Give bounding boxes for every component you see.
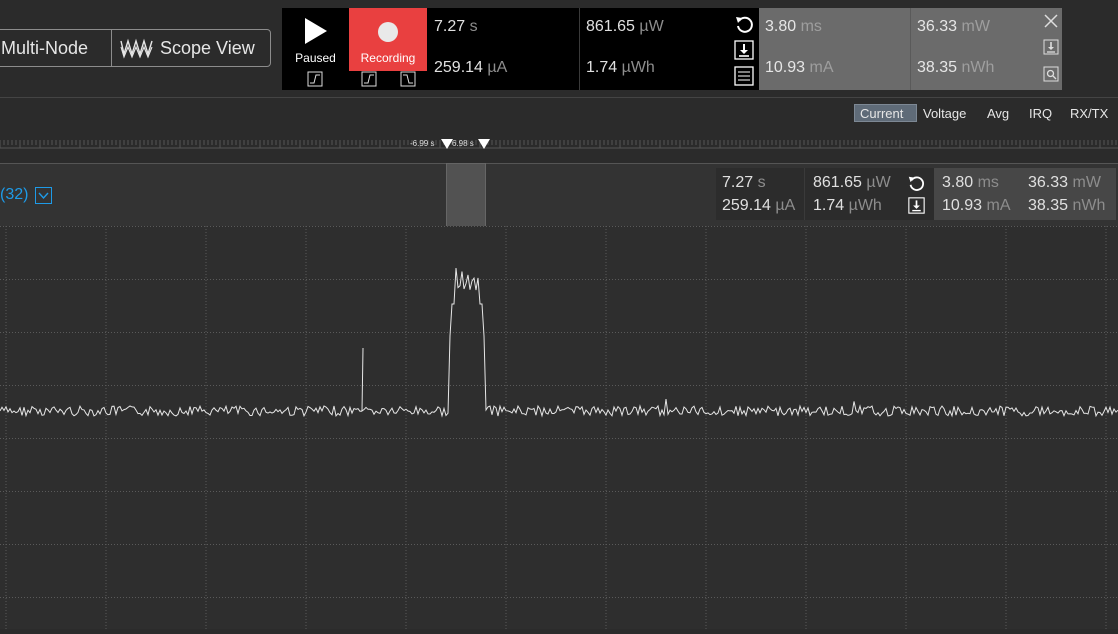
cursor-left-marker[interactable] — [440, 138, 454, 150]
tab-label: Avg — [987, 105, 1010, 121]
overlay-time: 7.27 s — [722, 174, 766, 191]
timeline-ticks — [0, 140, 1118, 149]
overlay-energy: 1.74 µWh — [813, 197, 882, 214]
play-icon[interactable] — [304, 17, 328, 45]
tab-voltage[interactable]: Voltage — [917, 104, 972, 122]
tab-label: Voltage — [923, 105, 967, 121]
tab-avg[interactable]: Avg — [981, 104, 1015, 122]
sel-current-value: 10.93 mA — [765, 59, 834, 76]
current-value: 259.14 µA — [434, 59, 508, 76]
paused-trigger-icons — [306, 71, 324, 90]
overlay-current: 259.14 µA — [722, 197, 796, 214]
recording-label: Recording — [360, 51, 416, 65]
multi-node-label: Multi-Node — [1, 37, 89, 58]
time-value: 7.27 s — [434, 18, 478, 35]
power-value: 861.65 µW — [586, 18, 664, 35]
divider — [910, 8, 911, 90]
tab-label: Current — [860, 105, 904, 121]
overlay-sel-current: 10.93 mA — [942, 197, 1011, 214]
tab-label: IRQ — [1029, 105, 1053, 121]
close-icon[interactable] — [1043, 13, 1059, 29]
tab-rxtx[interactable]: RX/TX — [1064, 104, 1114, 122]
timeline-strip[interactable]: -6.99 s 6.98 s — [0, 128, 1118, 162]
scope-view-label: Scope View — [160, 37, 255, 58]
scope-view-button[interactable]: Scope View — [111, 29, 271, 67]
sel-power-value: 36.33 mW — [917, 18, 990, 35]
multi-node-button[interactable]: Multi-Node — [0, 29, 112, 67]
chevron-down-icon[interactable] — [35, 187, 52, 204]
export-icon[interactable] — [1043, 39, 1059, 55]
pause-control[interactable]: Paused — [282, 8, 349, 90]
tab-current[interactable]: Current — [854, 104, 917, 122]
overlay-selection-measurements: 3.80 ms 10.93 mA 36.33 mW 38.35 nWh — [934, 168, 1116, 220]
current-trace — [0, 267, 1118, 418]
zoom-to-selection-icon[interactable] — [1043, 66, 1059, 82]
channel-label: (32) — [0, 186, 29, 203]
overlay-sel-time: 3.80 ms — [942, 174, 999, 191]
chart-tabs: Current Voltage Avg IRQ RX/TX — [0, 97, 1118, 128]
selection-measurements: 3.80 ms 10.93 mA 36.33 mW 38.35 nWh — [759, 8, 1062, 90]
sel-energy-value: 38.35 nWh — [917, 59, 995, 76]
cursor-left-label: -6.99 s — [410, 139, 435, 148]
overlay-measurements: 7.27 s 259.14 µA 861.65 µW 1.74 µWh 3.80… — [716, 168, 1116, 220]
record-control[interactable]: Recording — [349, 8, 427, 90]
rising-edge-icon[interactable] — [360, 71, 378, 87]
plot-area — [0, 226, 1118, 629]
control-panel: Paused Recording 7.27 s 259.14 µA 861.65… — [282, 8, 1062, 90]
rising-edge-icon[interactable] — [306, 71, 324, 87]
sel-time-value: 3.80 ms — [765, 18, 822, 35]
current-plot[interactable] — [0, 226, 1118, 629]
divider — [579, 8, 580, 90]
energy-value: 1.74 µWh — [586, 59, 655, 76]
export-icon[interactable] — [734, 40, 754, 60]
top-toolbar: Multi-Node Scope View Paused Recording 7… — [0, 0, 1118, 96]
cursor-right-marker[interactable] — [477, 138, 491, 150]
export-icon[interactable] — [908, 197, 925, 214]
paused-label: Paused — [295, 51, 336, 65]
tab-label: RX/TX — [1070, 105, 1109, 121]
record-icon[interactable] — [377, 21, 399, 43]
overlay-power: 861.65 µW — [813, 174, 891, 191]
reset-icon[interactable] — [907, 174, 925, 192]
action-icons — [732, 12, 756, 88]
reset-icon[interactable] — [734, 14, 754, 34]
divider — [804, 168, 805, 220]
tab-irq[interactable]: IRQ — [1023, 104, 1058, 122]
waveform-icon — [120, 38, 153, 59]
overlay-sel-energy: 38.35 nWh — [1028, 197, 1106, 214]
cursor-right-label: 6.98 s — [452, 139, 474, 148]
recording-trigger-icons — [349, 71, 427, 90]
chart-header: (32) 7.27 s 259.14 µA 861.65 µW 1.74 µWh — [0, 163, 1118, 226]
overlay-sel-power: 36.33 mW — [1028, 174, 1101, 191]
falling-edge-icon[interactable] — [399, 71, 417, 87]
list-icon[interactable] — [734, 66, 754, 86]
